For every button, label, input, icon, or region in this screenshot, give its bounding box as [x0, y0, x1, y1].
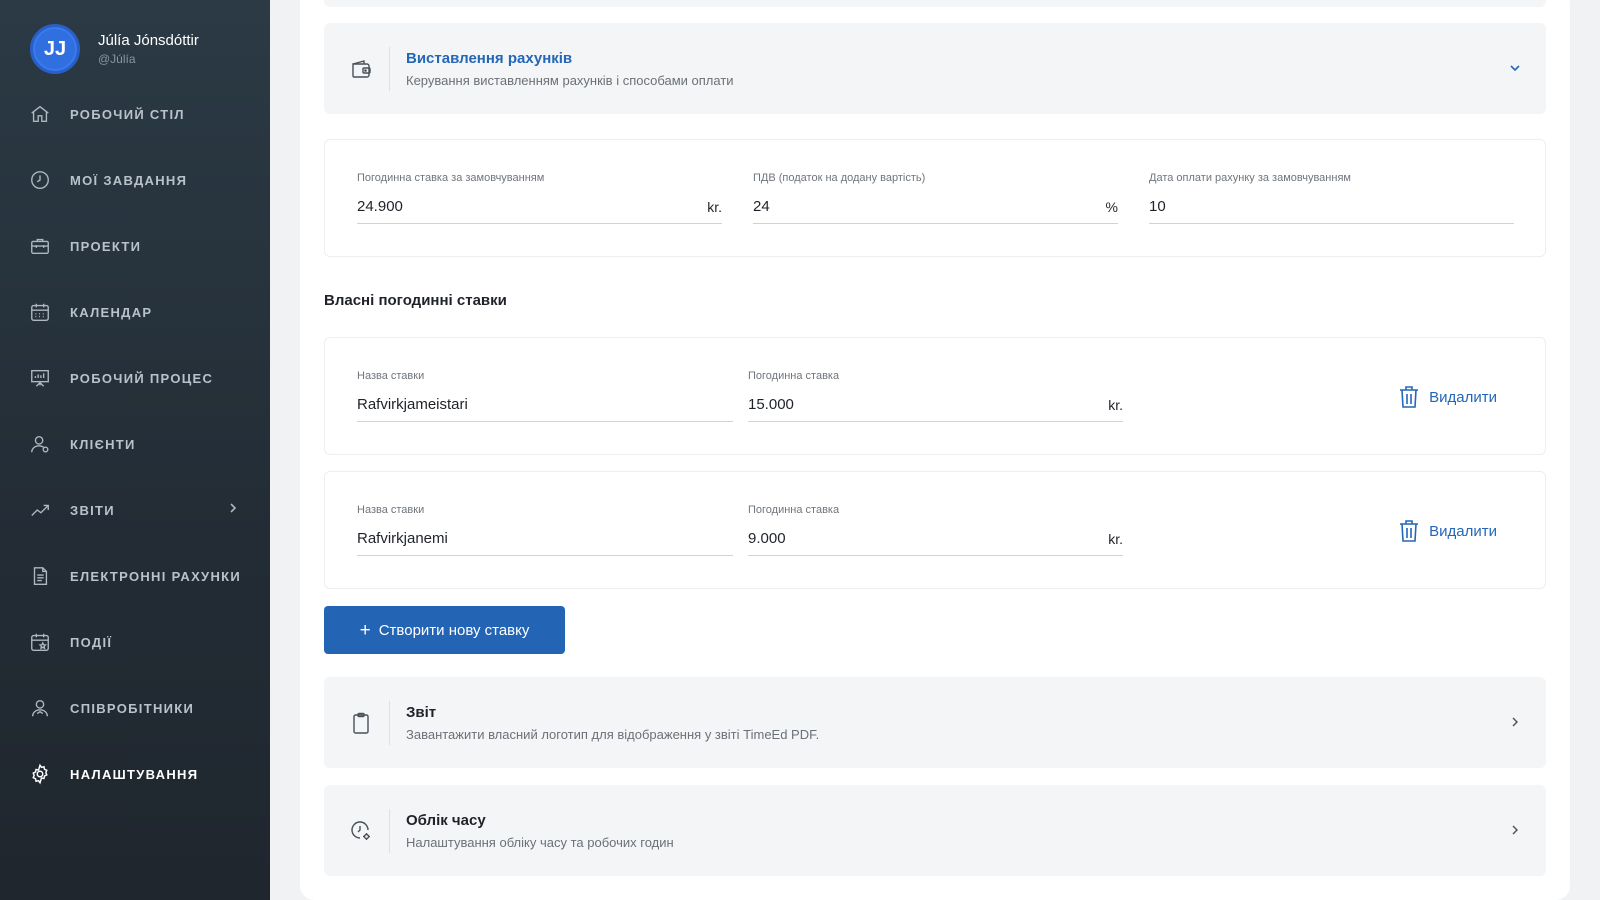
nav-item-projects[interactable]: ПРОЕКТИ: [0, 213, 270, 279]
clock-icon: [29, 169, 51, 191]
billing-subtitle: Керування виставленням рахунків і способ…: [406, 72, 734, 88]
users-icon: [29, 697, 51, 719]
timekeeping-accordion-header[interactable]: Облік часу Налаштування обліку часу та р…: [324, 785, 1546, 876]
rate-name-input[interactable]: [357, 530, 733, 547]
default-hourly-rate-field: Погодинна ставка за замовчуванням kr.: [357, 172, 722, 224]
previous-section-edge: [324, 0, 1546, 7]
nav-item-dashboard[interactable]: РОБОЧИЙ СТІЛ: [0, 81, 270, 147]
wallet-icon: [348, 56, 374, 82]
custom-rate-card: Назва ставки Погодинна ставка kr. Видали…: [324, 471, 1546, 589]
nav-label: НАЛАШТУВАННЯ: [70, 766, 199, 782]
nav-label: КАЛЕНДАР: [70, 304, 153, 320]
nav-item-e-invoices[interactable]: ЕЛЕКТРОННІ РАХУНКИ: [0, 543, 270, 609]
field-label: Погодинна ставка: [748, 504, 840, 516]
delete-label: Видалити: [1429, 388, 1497, 406]
nav-item-events[interactable]: ПОДІЇ: [0, 609, 270, 675]
rate-value-input[interactable]: [748, 530, 1101, 547]
nav-item-reports[interactable]: ЗВІТИ: [0, 477, 270, 543]
rate-value-field: Погодинна ставка kr.: [748, 504, 1123, 556]
chevron-down-icon[interactable]: [1508, 61, 1522, 75]
field-label: ПДВ (податок на додану вартість): [753, 172, 926, 184]
nav-label: СПІВРОБІТНИКИ: [70, 700, 195, 716]
percent-unit: %: [1105, 198, 1118, 215]
timekeeping-subtitle: Налаштування обліку часу та робочих годи…: [406, 834, 674, 850]
chevron-right-icon[interactable]: [1508, 823, 1522, 837]
default-hourly-rate-input[interactable]: [357, 198, 700, 215]
chevron-right-icon: [230, 503, 237, 513]
user-icon: [29, 433, 51, 455]
nav-label: ЗВІТИ: [70, 502, 115, 518]
user-handle: @Júlía: [98, 52, 136, 66]
billing-defaults-card: Погодинна ставка за замовчуванням kr. ПД…: [324, 139, 1546, 257]
nav-item-calendar[interactable]: КАЛЕНДАР: [0, 279, 270, 345]
delete-rate-button[interactable]: Видалити: [1398, 519, 1497, 543]
presentation-board-icon: [29, 367, 51, 389]
create-rate-button[interactable]: + Створити нову ставку: [324, 606, 565, 654]
nav-label: РОБОЧИЙ СТІЛ: [70, 106, 185, 122]
briefcase-icon: [29, 235, 51, 257]
user-profile[interactable]: JJ Júlía Jónsdóttir @Júlía: [30, 24, 199, 74]
currency-unit: kr.: [1108, 396, 1123, 413]
nav-item-settings[interactable]: НАЛАШТУВАННЯ: [0, 741, 270, 807]
rate-value-field: Погодинна ставка kr.: [748, 370, 1123, 422]
rate-name-field: Назва ставки: [357, 504, 733, 556]
calendar-star-icon: [29, 631, 51, 653]
trash-icon: [1400, 520, 1419, 542]
clipboard-icon: [348, 710, 374, 736]
due-date-input[interactable]: [1149, 198, 1514, 215]
vat-input[interactable]: [753, 198, 1098, 215]
rate-value-input[interactable]: [748, 396, 1101, 413]
report-title: Звіт: [406, 703, 437, 721]
currency-unit: kr.: [707, 198, 722, 215]
home-icon: [29, 103, 51, 125]
chevron-right-icon[interactable]: [1508, 715, 1522, 729]
user-name: Júlía Jónsdóttir: [98, 32, 199, 49]
nav-item-my-tasks[interactable]: МОЇ ЗАВДАННЯ: [0, 147, 270, 213]
create-rate-label: Створити нову ставку: [378, 621, 530, 639]
nav-label: РОБОЧИЙ ПРОЦЕС: [70, 370, 214, 386]
timekeeping-title: Облік часу: [406, 811, 486, 829]
field-label: Назва ставки: [357, 370, 425, 382]
report-accordion-header[interactable]: Звіт Завантажити власний логотип для від…: [324, 677, 1546, 768]
field-label: Погодинна ставка: [748, 370, 840, 382]
nav-label: ЕЛЕКТРОННІ РАХУНКИ: [70, 568, 242, 584]
avatar[interactable]: JJ: [30, 24, 80, 74]
document-icon: [29, 565, 51, 587]
nav-item-workflow[interactable]: РОБОЧИЙ ПРОЦЕС: [0, 345, 270, 411]
delete-rate-button[interactable]: Видалити: [1398, 385, 1497, 409]
nav-label: МОЇ ЗАВДАННЯ: [70, 172, 188, 188]
due-date-field: Дата оплати рахунку за замовчуванням: [1149, 172, 1514, 224]
field-label: Дата оплати рахунку за замовчуванням: [1149, 172, 1351, 184]
nav-label: ПРОЕКТИ: [70, 238, 142, 254]
rate-name-input[interactable]: [357, 396, 733, 413]
billing-title: Виставлення рахунків: [406, 49, 573, 67]
nav-label: ПОДІЇ: [70, 634, 113, 650]
currency-unit: kr.: [1108, 530, 1123, 547]
delete-label: Видалити: [1429, 522, 1497, 540]
nav-item-clients[interactable]: КЛІЄНТИ: [0, 411, 270, 477]
rate-name-field: Назва ставки: [357, 370, 733, 422]
trash-icon: [1400, 386, 1419, 408]
nav-item-employees[interactable]: СПІВРОБІТНИКИ: [0, 675, 270, 741]
trend-chart-icon: [29, 499, 51, 521]
plus-icon: +: [359, 619, 371, 641]
custom-rates-title: Власні погодинні ставки: [324, 292, 507, 309]
calendar-icon: [29, 301, 51, 323]
report-subtitle: Завантажити власний логотип для відображ…: [406, 726, 820, 742]
field-label: Назва ставки: [357, 504, 425, 516]
gear-icon: [29, 763, 51, 785]
clock-settings-icon: [348, 818, 374, 844]
nav-label: КЛІЄНТИ: [70, 436, 136, 452]
billing-accordion-header[interactable]: Виставлення рахунків Керування виставлен…: [324, 23, 1546, 114]
field-label: Погодинна ставка за замовчуванням: [357, 172, 545, 184]
custom-rate-card: Назва ставки Погодинна ставка kr. Видали…: [324, 337, 1546, 455]
main-nav: РОБОЧИЙ СТІЛ МОЇ ЗАВДАННЯ ПРОЕКТИ КАЛЕНД…: [0, 81, 270, 807]
vat-field: ПДВ (податок на додану вартість) %: [753, 172, 1118, 224]
sidebar: JJ Júlía Jónsdóttir @Júlía РОБОЧИЙ СТІЛ …: [0, 0, 270, 900]
